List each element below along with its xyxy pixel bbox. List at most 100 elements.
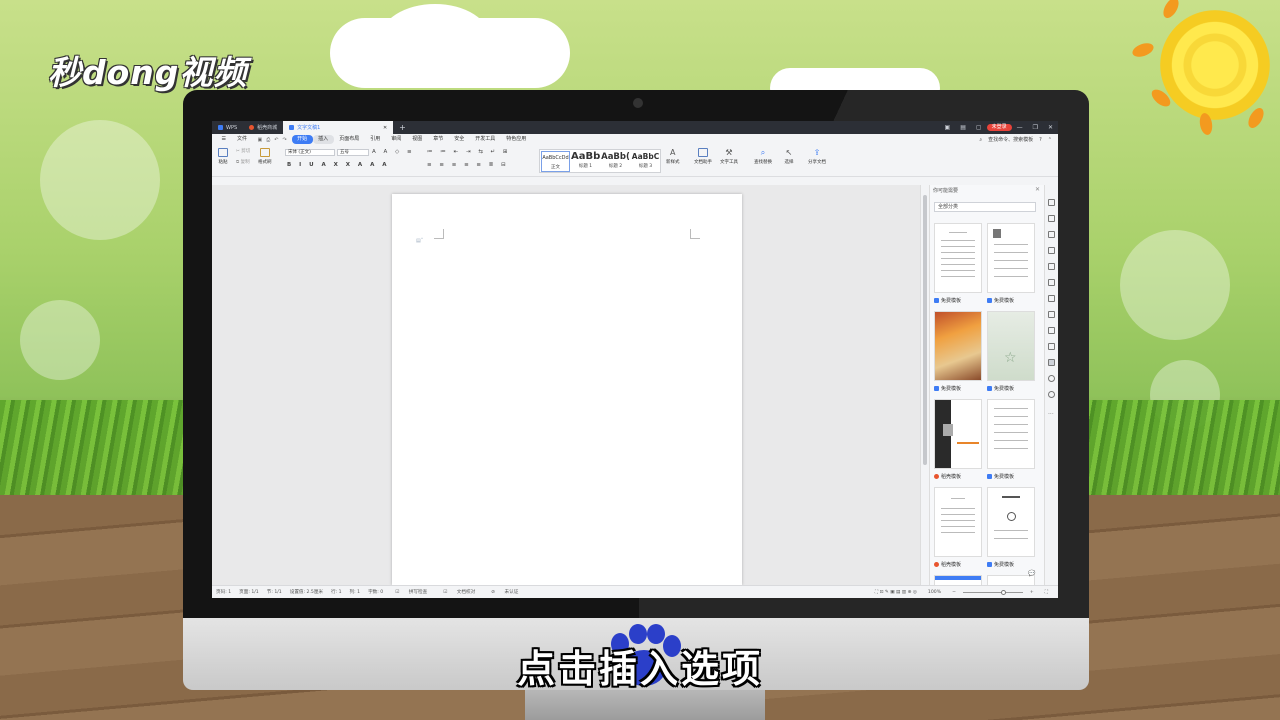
menu-references[interactable]: 引用 [365, 135, 386, 144]
zoom-level[interactable]: 100% [924, 590, 945, 595]
category-select[interactable]: 全部分类 [934, 202, 1036, 212]
document-page[interactable]: ▤˅ [392, 194, 742, 585]
style-normal[interactable]: AaBbCcDd 正文 [541, 151, 570, 172]
template-thumbnail[interactable] [934, 399, 982, 469]
pen-icon[interactable] [1048, 199, 1055, 206]
menu-review[interactable]: 审阅 [386, 135, 407, 144]
more-icon[interactable]: ··· [1048, 411, 1054, 418]
help-icon[interactable]: ? [1039, 137, 1042, 143]
feedback-icon[interactable]: 💬 [1028, 570, 1035, 577]
panel-close-icon[interactable]: ✕ [1035, 186, 1040, 193]
certification[interactable]: ⊘ 未认证 [483, 589, 526, 595]
help-icon[interactable] [1048, 391, 1055, 398]
share-icon[interactable] [1048, 295, 1055, 302]
menu-section[interactable]: 章节 [428, 135, 449, 144]
menu-insert[interactable]: 插入 [312, 135, 334, 144]
template-thumbnail[interactable] [934, 487, 982, 557]
search-icon[interactable]: ⌕ [979, 137, 982, 143]
zoom-in-icon[interactable]: + [1026, 590, 1038, 595]
cursor-icon: ↖ [785, 148, 793, 157]
paste-button[interactable]: 粘贴 [218, 148, 228, 165]
cursor-icon[interactable] [1048, 215, 1055, 222]
menu-page-layout[interactable]: 页面布局 [334, 135, 365, 144]
shapes-icon[interactable] [1048, 231, 1055, 238]
doc-proof[interactable]: ☑ 文档校对 [435, 589, 483, 595]
paragraph-icon[interactable]: ▤˅ [416, 238, 423, 244]
status-chars[interactable]: 字数: 0 [364, 589, 387, 595]
history-icon[interactable] [1048, 375, 1055, 382]
font-name-select[interactable]: 宋体 (正文) [285, 149, 335, 156]
menu-icon[interactable]: ☰ [216, 135, 231, 144]
maximize-icon[interactable]: ❐ [1028, 124, 1043, 131]
menu-developer[interactable]: 开发工具 [470, 135, 501, 144]
format-painter-button[interactable]: 格式刷 [258, 148, 272, 165]
menu-features[interactable]: 特色应用 [501, 135, 532, 144]
fullscreen-icon[interactable]: ⛶ [1041, 589, 1052, 595]
style-caption: 标题 1 [578, 164, 593, 169]
save-icon[interactable]: ▣ [258, 137, 263, 143]
zoom-knob[interactable] [1000, 589, 1006, 595]
adjust-icon[interactable] [1048, 247, 1055, 254]
page-icon[interactable] [1048, 263, 1055, 270]
video-frame: 秒dong视频 WPS 稻壳商城 文字文稿1 ✕ + ▣ ▤ ▢ 未登录 — ❐… [0, 0, 1280, 720]
collapse-ribbon-icon[interactable]: ⌃ [1048, 137, 1052, 143]
font-style-icons[interactable]: B I U A X X A A A [287, 162, 390, 168]
doc-icon[interactable] [1048, 327, 1055, 334]
list-icons[interactable]: ≔ ≔ ⇤ ⇥ ⇆ ↵ ⊞ [427, 149, 511, 155]
style-heading-3[interactable]: AaBbC 标题 3 [631, 151, 660, 172]
template-thumbnail[interactable] [987, 399, 1035, 469]
new-tab-icon[interactable]: + [393, 123, 412, 132]
tab-docer[interactable]: 稻壳商城 [243, 121, 283, 134]
skin-icon[interactable]: ▤ [955, 124, 971, 131]
select-button[interactable]: ↖ 选择 [784, 148, 794, 165]
scroll-thumb[interactable] [923, 195, 927, 465]
view-mode-icons[interactable]: ⛶ ⊡ ✎ ▣ ▤ ▥ ⊕ ◎ [871, 589, 921, 595]
template-thumbnail[interactable] [934, 223, 982, 293]
menu-file[interactable]: 文件 [231, 135, 252, 144]
star-icon[interactable] [1048, 279, 1055, 286]
style-heading-2[interactable]: AaBb( 标题 2 [601, 151, 630, 172]
redo-icon[interactable]: ↷ [282, 137, 286, 143]
translate-icon[interactable] [1048, 311, 1055, 318]
window-icon[interactable]: ▢ [971, 124, 987, 131]
zoom-out-icon[interactable]: − [948, 590, 960, 595]
template-thumbnail[interactable] [987, 487, 1035, 557]
vertical-scrollbar[interactable] [920, 185, 929, 585]
menu-home[interactable]: 开始 [291, 135, 313, 144]
font-size-select[interactable]: 五号 [337, 149, 369, 156]
template-thumbnail[interactable] [987, 223, 1035, 293]
find-replace-button[interactable]: ⌕ 查找替换 [754, 148, 772, 165]
document-canvas[interactable]: ▤˅ [212, 185, 920, 585]
close-icon[interactable]: ✕ [1043, 124, 1058, 131]
align-icons[interactable]: ≡ ≡ ≡ ≡ ≡ ≣ ⊟ [427, 162, 509, 168]
text-tools-button[interactable]: ⚒ 文字工具 [720, 148, 738, 165]
close-tab-icon[interactable]: ✕ [383, 125, 387, 131]
tab-document[interactable]: 文字文稿1 ✕ [283, 121, 394, 134]
doc-assistant-icon [698, 148, 708, 157]
doc-assistant-button[interactable]: 文档助手 [694, 148, 712, 165]
minimize-icon[interactable]: — [1012, 124, 1028, 131]
menu-security[interactable]: 安全 [449, 135, 470, 144]
new-style-button[interactable]: A 新样式 [666, 148, 680, 165]
print-icon[interactable]: ⎙ [266, 137, 270, 143]
tab-bar: WPS 稻壳商城 文字文稿1 ✕ + ▣ ▤ ▢ 未登录 — ❐ ✕ [212, 121, 1058, 134]
menu-view[interactable]: 视图 [407, 135, 428, 144]
template-thumbnail[interactable]: ☆ [987, 311, 1035, 381]
layout-icon[interactable]: ▣ [940, 124, 956, 131]
cut-button[interactable]: ✂ 剪切 [236, 148, 250, 154]
style-heading-1[interactable]: AaBb 标题 1 [571, 151, 600, 172]
find-replace-label: 查找替换 [754, 160, 772, 165]
login-button[interactable]: 未登录 [986, 124, 1012, 131]
free-badge-icon [934, 298, 939, 303]
tab-wps[interactable]: WPS [212, 121, 243, 134]
spell-check[interactable]: ☑ 拼写检查 [387, 589, 435, 595]
image-icon[interactable] [1048, 343, 1055, 350]
font-grow-shrink-icons[interactable]: A A ◇ ≡ [372, 149, 415, 155]
undo-icon[interactable]: ↶ [274, 137, 278, 143]
zoom-slider[interactable] [962, 589, 1023, 595]
search-command[interactable]: 查找命令、搜索模板 [988, 136, 1033, 143]
template-icon[interactable] [1048, 359, 1055, 366]
share-doc-button[interactable]: ⇪ 分享文档 [808, 148, 826, 165]
template-thumbnail[interactable] [934, 311, 982, 381]
copy-button[interactable]: ⧉ 复制 [236, 159, 250, 165]
